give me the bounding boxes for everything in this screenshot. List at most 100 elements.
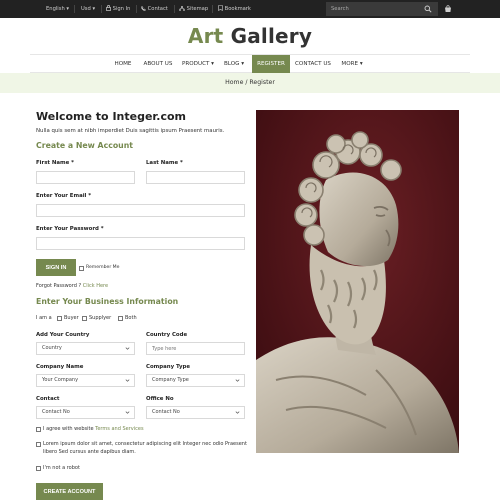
office-label: Office No xyxy=(146,396,174,402)
password-label: Enter Your Password * xyxy=(36,226,104,232)
contact-value: Contact No xyxy=(42,409,70,415)
language-selector[interactable]: English ▾ xyxy=(46,0,69,18)
page-subtitle: Nulla quis sem at nibh imperdiet Duis sa… xyxy=(36,128,225,134)
sculpture-bust-image xyxy=(256,110,459,453)
chevron-down-icon: ▾ xyxy=(66,6,69,12)
nav-item-product[interactable]: PRODUCT ▾ xyxy=(179,55,217,73)
nav-more-label: MORE xyxy=(341,61,359,67)
role-both-label: Both xyxy=(125,315,137,321)
nav-item-register[interactable]: REGISTER xyxy=(252,55,290,73)
search-icon[interactable] xyxy=(424,5,432,13)
terms-checkbox[interactable] xyxy=(36,427,41,432)
currency-value: Usd xyxy=(81,6,91,12)
newsletter-checkbox[interactable] xyxy=(36,442,41,447)
nav-item-more[interactable]: MORE ▾ xyxy=(338,55,366,73)
sign-in-link[interactable]: Sign In xyxy=(106,0,130,18)
role-label: I am a xyxy=(36,315,52,321)
office-select[interactable]: Contact No xyxy=(146,406,245,419)
search-box xyxy=(326,2,438,16)
country-label: Add Your Country xyxy=(36,332,90,338)
account-section-heading: Create a New Account xyxy=(36,141,134,150)
divider xyxy=(136,5,137,13)
sign-in-label: Sign In xyxy=(112,6,131,12)
role-buyer-checkbox[interactable] xyxy=(57,316,62,321)
nav-blog-label: BLOG xyxy=(223,61,240,67)
first-name-label: First Name * xyxy=(36,160,74,166)
main-nav: HOME ABOUT US PRODUCT ▾ BLOG ▾ REGISTER … xyxy=(30,54,470,73)
sign-in-button[interactable]: SIGN IN xyxy=(36,259,76,276)
password-field[interactable] xyxy=(36,237,245,250)
contact-link[interactable]: Contact xyxy=(141,0,168,18)
role-both-checkbox[interactable] xyxy=(118,316,123,321)
chevron-down-icon: ▾ xyxy=(359,61,363,67)
sitemap-label: Sitemap xyxy=(186,6,209,12)
chevron-down-icon xyxy=(125,411,130,414)
page-title: Welcome to Integer.com xyxy=(36,110,186,123)
chevron-down-icon xyxy=(125,379,130,382)
business-section-heading: Enter Your Business Information xyxy=(36,297,179,306)
nav-product-label: PRODUCT xyxy=(182,61,210,67)
nav-item-home[interactable]: HOME xyxy=(110,55,136,73)
lock-icon xyxy=(106,5,111,11)
divider xyxy=(74,5,75,13)
bookmark-icon xyxy=(218,5,223,12)
chevron-down-icon xyxy=(235,411,240,414)
divider xyxy=(212,5,213,13)
terms-text: I agree with website xyxy=(43,426,94,432)
divider xyxy=(174,5,175,13)
company-name-select[interactable]: Your Company xyxy=(36,374,135,387)
role-buyer-label: Buyer xyxy=(64,315,79,321)
role-supplier-checkbox[interactable] xyxy=(82,316,87,321)
office-value: Contact No xyxy=(152,409,180,415)
remember-me-checkbox[interactable] xyxy=(79,266,84,271)
robot-label: I'm not a robot xyxy=(43,465,80,471)
chevron-down-icon: ▾ xyxy=(241,61,245,67)
forgot-password-text: Forgot Password ? xyxy=(36,283,82,289)
terms-link[interactable]: Terms and Services xyxy=(95,426,143,432)
country-select[interactable]: Country xyxy=(36,342,135,355)
sitemap-icon xyxy=(179,6,185,11)
phone-icon xyxy=(141,6,146,11)
country-code-field[interactable] xyxy=(146,342,245,355)
company-type-label: Company Type xyxy=(146,364,191,370)
chevron-down-icon xyxy=(125,347,130,350)
country-value: Country xyxy=(42,345,62,351)
contact-label: Contact xyxy=(147,6,168,12)
terms-line: I agree with website Terms and Services xyxy=(43,426,144,432)
role-supplier-label: Supplyer xyxy=(89,315,112,321)
contact-select[interactable]: Contact No xyxy=(36,406,135,419)
forgot-password-link[interactable]: Click Here xyxy=(83,283,108,289)
first-name-field[interactable] xyxy=(36,171,135,184)
top-bar: English ▾ Usd ▾ Sign In Contact Sitemap … xyxy=(0,0,500,18)
chevron-down-icon: ▾ xyxy=(211,61,214,67)
nav-item-blog[interactable]: BLOG ▾ xyxy=(220,55,248,73)
sitemap-link[interactable]: Sitemap xyxy=(179,0,208,18)
bookmark-link[interactable]: Bookmark xyxy=(218,0,251,18)
last-name-field[interactable] xyxy=(146,171,245,184)
currency-selector[interactable]: Usd ▾ xyxy=(81,0,95,18)
divider xyxy=(101,5,102,13)
cart-icon[interactable] xyxy=(444,5,452,13)
email-label: Enter Your Email * xyxy=(36,193,92,199)
company-type-value: Company Type xyxy=(152,377,189,383)
logo-word-gallery: Gallery xyxy=(230,24,313,48)
create-account-button[interactable]: CREATE ACCOUNT xyxy=(36,483,103,500)
robot-checkbox[interactable] xyxy=(36,466,41,471)
language-value: English xyxy=(46,6,65,12)
company-name-label: Company Name xyxy=(36,364,84,370)
company-name-value: Your Company xyxy=(42,377,79,383)
breadcrumb: Home / Register xyxy=(0,73,500,93)
nav-item-contact-us[interactable]: CONTACT US xyxy=(292,55,334,73)
chevron-down-icon: ▾ xyxy=(92,6,96,12)
nav-item-about-us[interactable]: ABOUT US xyxy=(140,55,176,73)
remember-me-label: Remember Me xyxy=(86,265,120,270)
newsletter-text: Lorem ipsum dolor sit amet, consectetur … xyxy=(43,441,247,455)
site-logo[interactable]: Art Gallery xyxy=(0,24,500,48)
country-code-label: Country Code xyxy=(146,332,188,338)
company-type-select[interactable]: Company Type xyxy=(146,374,245,387)
last-name-label: Last Name * xyxy=(146,160,183,166)
bookmark-label: Bookmark xyxy=(224,6,251,12)
email-field[interactable] xyxy=(36,204,245,217)
search-input[interactable] xyxy=(331,2,421,16)
forgot-password-line: Forgot Password ? Click Here xyxy=(36,283,108,289)
